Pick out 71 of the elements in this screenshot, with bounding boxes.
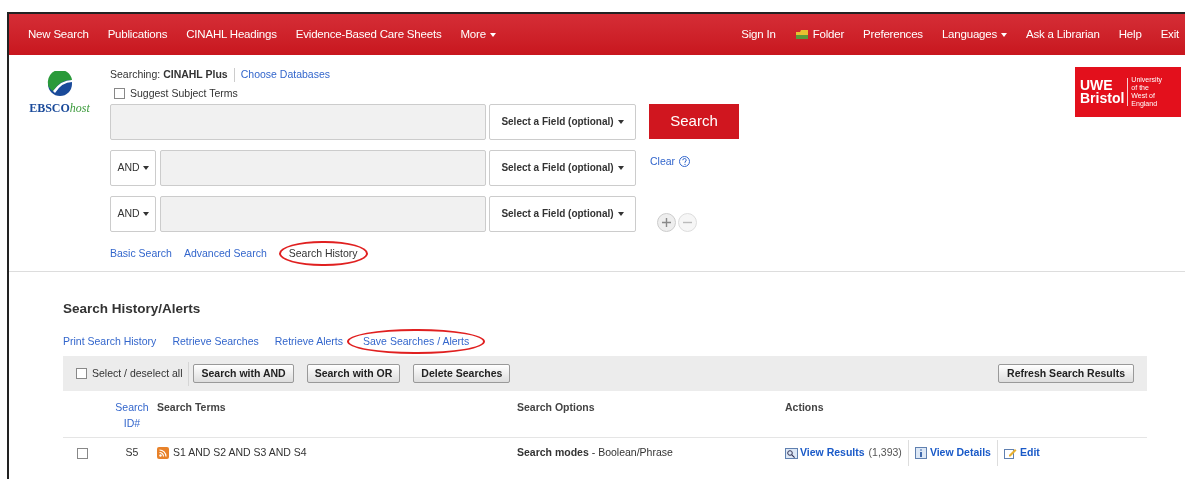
add-row-icon[interactable] (657, 213, 676, 232)
search-field[interactable] (160, 195, 486, 232)
edit-icon (1003, 447, 1017, 460)
results-icon (785, 447, 798, 459)
field-dropdown[interactable]: Select a Field (optional) (489, 195, 636, 232)
refresh-button[interactable]: Refresh Search Results (998, 364, 1134, 384)
field-dropdown[interactable]: Select a Field (optional) (489, 103, 636, 140)
toolbar-button[interactable]: Search with OR (306, 364, 401, 384)
checkbox-label: Suggest Subject Terms (130, 85, 238, 101)
toolbar-button[interactable]: Delete Searches (413, 364, 511, 384)
nav-link[interactable]: Help (1118, 25, 1142, 44)
checkbox-label: Select / deselect all (92, 365, 183, 381)
search-mode-link[interactable]: Advanced Search (183, 245, 267, 262)
edit-link[interactable]: Edit (1003, 445, 1040, 462)
result-count: (1,393) (868, 445, 902, 461)
rss-icon[interactable] (157, 447, 169, 460)
search-field[interactable] (160, 149, 486, 186)
search-options: Search modes - Boolean/Phrase (517, 445, 785, 462)
caret-icon (489, 32, 496, 37)
caret-icon (1001, 32, 1008, 37)
nav-link[interactable]: New Search (28, 25, 89, 44)
remove-row-icon[interactable] (678, 213, 697, 232)
history-link[interactable]: Retrieve Searches (172, 333, 259, 350)
checkbox[interactable] (114, 88, 125, 100)
caret-icon (142, 165, 149, 170)
info-icon (914, 447, 927, 460)
column-header: Actions (785, 400, 824, 416)
history-link[interactable]: Save Searches / Alerts (347, 328, 486, 355)
field-dropdown[interactable]: Select a Field (optional) (489, 149, 636, 186)
help-icon[interactable] (679, 155, 691, 167)
column-header: Search Options (517, 400, 596, 416)
logo-icon (46, 71, 73, 97)
operator-dropdown[interactable]: AND (110, 149, 156, 186)
searching-label: Searching: CINAHL Plus (110, 67, 228, 82)
caret-icon (617, 119, 624, 124)
search-button[interactable]: Search (649, 104, 739, 139)
nav-link[interactable]: Ask a Librarian (1026, 25, 1100, 44)
nav-link[interactable]: More (460, 25, 496, 44)
view-results-link[interactable]: View Results (785, 445, 865, 462)
column-header: Search Terms (157, 400, 227, 416)
logo-text: UWE (1080, 79, 1113, 92)
clear-link[interactable]: Clear (650, 153, 676, 170)
search-id: S5 (124, 445, 140, 461)
history-link[interactable]: Print Search History (63, 333, 157, 350)
nav-link[interactable]: Folder (794, 25, 845, 44)
checkbox[interactable] (76, 368, 87, 380)
nav-link[interactable]: CINAHL Headings (186, 25, 277, 44)
operator-dropdown[interactable]: AND (110, 195, 156, 232)
search-terms: S1 AND S2 AND S3 AND S4 (173, 445, 307, 461)
nav-link[interactable]: Publications (107, 25, 168, 44)
logo-text: EBSCOhost (29, 100, 90, 117)
nav-link[interactable]: Preferences (863, 25, 923, 44)
caret-icon (617, 165, 624, 170)
logo-text: Bristol (1080, 92, 1125, 105)
choose-databases-link[interactable]: Choose Databases (240, 67, 330, 83)
nav-link[interactable]: Evidence-Based Care Sheets (295, 25, 442, 44)
caret-icon (617, 211, 624, 216)
search-field[interactable] (110, 103, 486, 140)
folder-icon (794, 29, 809, 40)
caret-icon (142, 211, 149, 216)
toolbar-button[interactable]: Search with AND (193, 364, 294, 384)
search-mode-link[interactable]: Search History (278, 240, 368, 267)
nav-link[interactable]: Exit (1160, 25, 1179, 44)
nav-link[interactable]: Sign In (741, 25, 776, 44)
column-header[interactable]: Search ID# (107, 399, 157, 438)
section-title: Search History/Alerts (63, 300, 202, 319)
search-mode-link[interactable]: Basic Search (110, 245, 172, 262)
nav-link[interactable]: Languages (941, 25, 1008, 44)
view-details-link[interactable]: View Details (914, 445, 991, 462)
checkbox[interactable] (77, 447, 88, 459)
history-link[interactable]: Retrieve Alerts (274, 333, 344, 350)
